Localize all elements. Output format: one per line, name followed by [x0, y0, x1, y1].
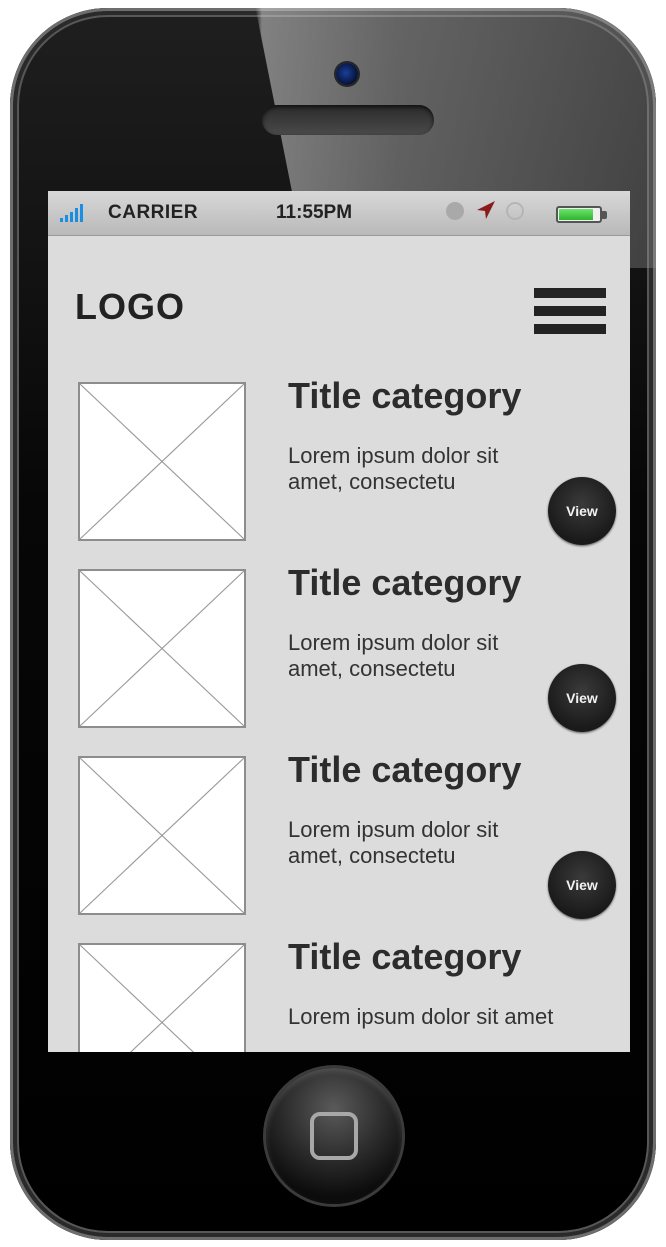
image-placeholder: [78, 382, 246, 541]
carrier-label: CARRIER: [108, 202, 199, 223]
view-button[interactable]: View: [548, 477, 616, 545]
image-placeholder: [78, 943, 246, 1052]
item-title: Title category: [288, 936, 522, 977]
image-placeholder: [78, 569, 246, 728]
item-description: Lorem ipsum dolor sit amet, consectetu: [288, 630, 499, 681]
status-bar: CARRIER 11:55PM: [48, 191, 630, 236]
logo[interactable]: LOGO: [75, 286, 185, 328]
item-title: Title category: [288, 375, 522, 416]
camera-icon: [336, 63, 358, 85]
item-description: Lorem ipsum dolor sit amet, consectetu: [288, 443, 499, 494]
signal-icon: [60, 204, 83, 222]
item-description: Lorem ipsum dolor sit amet: [288, 1004, 554, 1029]
home-square-icon: [310, 1112, 358, 1160]
time-label: 11:55PM: [276, 202, 353, 223]
item-description: Lorem ipsum dolor sit amet, consectetu: [288, 817, 499, 868]
location-arrow-icon: [477, 201, 495, 219]
list-item: Title category Lorem ipsum dolor sit ame…: [48, 562, 630, 739]
lock-rotation-icon: [446, 202, 464, 220]
list-item: Title category Lorem ipsum dolor sit ame…: [48, 936, 630, 1052]
hamburger-menu-icon[interactable]: [534, 288, 606, 350]
battery-icon: [556, 206, 607, 223]
item-title: Title category: [288, 562, 522, 603]
list-item: Title category Lorem ipsum dolor sit ame…: [48, 749, 630, 926]
home-button[interactable]: [266, 1068, 402, 1204]
view-button[interactable]: View: [548, 851, 616, 919]
list-item: Title category Lorem ipsum dolor sit ame…: [48, 375, 630, 552]
alarm-icon: [506, 202, 524, 220]
speaker-grille: [262, 105, 434, 135]
phone-screen: CARRIER 11:55PM LOGO Title category Lore…: [48, 191, 630, 1052]
view-button[interactable]: View: [548, 664, 616, 732]
image-placeholder: [78, 756, 246, 915]
item-title: Title category: [288, 749, 522, 790]
